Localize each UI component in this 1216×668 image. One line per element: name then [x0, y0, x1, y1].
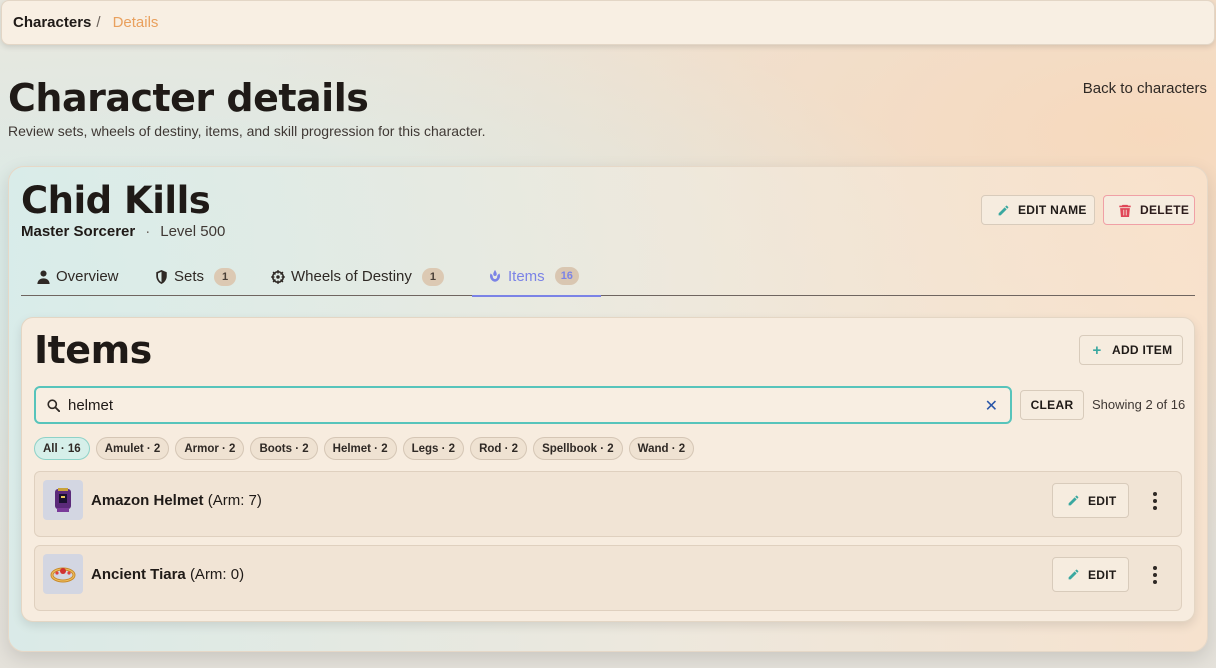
pencil-icon	[996, 203, 1010, 217]
breadcrumb: Characters / Details	[1, 0, 1215, 45]
character-vocation: Master Sorcerer	[21, 223, 136, 240]
edit-item-button[interactable]: EDIT	[1052, 483, 1129, 518]
edit-item-button[interactable]: EDIT	[1052, 557, 1129, 592]
tab-items[interactable]: Items 16	[472, 257, 601, 297]
breadcrumb-separator: /	[96, 14, 101, 31]
page-subtitle: Review sets, wheels of destiny, items, a…	[8, 123, 486, 139]
tab-label: Overview	[56, 268, 119, 285]
tab-bar: Overview Sets 1 Wheels of Destiny 1 Item…	[21, 257, 1195, 297]
item-detail: (Arm: 7)	[207, 492, 262, 509]
search-field: ✕	[34, 386, 1012, 424]
back-to-characters-link[interactable]: Back to characters	[1083, 80, 1207, 97]
filter-chip-legs[interactable]: Legs · 2	[402, 437, 465, 460]
character-level: Level 500	[160, 223, 226, 240]
tab-label: Wheels of Destiny	[291, 268, 412, 285]
pencil-icon	[1066, 494, 1080, 508]
meta-separator: ·	[145, 223, 151, 240]
tab-wheels-of-destiny[interactable]: Wheels of Destiny 1	[271, 257, 444, 296]
tab-count-badge: 1	[421, 267, 444, 286]
search-input[interactable]	[68, 396, 968, 414]
items-title: Items	[34, 328, 152, 372]
items-panel: Items + ADD ITEM ✕ CLEAR Showing 2 of 16…	[21, 317, 1195, 622]
filter-chip-wand[interactable]: Wand · 2	[628, 437, 695, 460]
filter-chip-amulet[interactable]: Amulet · 2	[95, 437, 170, 460]
filter-chip-all[interactable]: All · 16	[34, 437, 90, 460]
trash-icon	[1118, 203, 1132, 217]
edit-name-button[interactable]: EDIT NAME	[981, 195, 1095, 225]
filter-chip-helmet[interactable]: Helmet · 2	[323, 437, 397, 460]
person-icon	[36, 269, 50, 284]
edit-label: EDIT	[1088, 567, 1117, 582]
breadcrumb-current: Details	[112, 14, 159, 31]
item-row: Ancient Tiara (Arm: 0) EDIT	[34, 545, 1182, 611]
edit-name-label: EDIT NAME	[1018, 203, 1087, 217]
filter-chip-armor[interactable]: Armor · 2	[175, 437, 245, 460]
shield-icon	[154, 269, 168, 284]
item-detail: (Arm: 0)	[189, 566, 245, 583]
character-name: Chid Kills	[21, 179, 211, 222]
plus-icon: +	[1092, 341, 1102, 359]
filter-chip-rod[interactable]: Rod · 2	[470, 437, 528, 460]
page-title: Character details	[8, 76, 369, 120]
tab-label: Items	[508, 267, 545, 285]
tab-sets[interactable]: Sets 1	[154, 257, 237, 296]
delete-label: DELETE	[1140, 203, 1190, 217]
delete-button[interactable]: DELETE	[1103, 195, 1195, 225]
more-options-icon[interactable]	[1145, 489, 1165, 513]
breadcrumb-characters-link[interactable]: Characters	[13, 14, 91, 31]
item-name: Ancient Tiara	[91, 566, 186, 583]
edit-label: EDIT	[1088, 493, 1117, 508]
tab-count-badge: 16	[554, 267, 579, 285]
search-icon	[46, 398, 60, 412]
tab-label: Sets	[174, 268, 205, 285]
wheel-icon	[271, 269, 285, 284]
tab-count-badge: 1	[214, 267, 237, 286]
item-name: Amazon Helmet	[91, 492, 204, 509]
add-item-label: ADD ITEM	[1112, 343, 1173, 357]
item-row: Amazon Helmet (Arm: 7) EDIT	[34, 471, 1182, 537]
items-icon	[488, 269, 502, 283]
character-meta: Master Sorcerer · Level 500	[21, 223, 225, 240]
more-options-icon[interactable]	[1145, 563, 1165, 587]
filter-chips: All · 16 Amulet · 2 Armor · 2 Boots · 2 …	[34, 437, 695, 460]
character-card: Chid Kills Master Sorcerer · Level 500 E…	[8, 166, 1208, 652]
pencil-icon	[1066, 568, 1080, 582]
filter-chip-boots[interactable]: Boots · 2	[250, 437, 318, 460]
clear-search-icon[interactable]: ✕	[985, 396, 998, 416]
tab-overview[interactable]: Overview	[36, 257, 119, 296]
tiara-icon	[43, 554, 83, 594]
add-item-button[interactable]: + ADD ITEM	[1079, 335, 1183, 365]
clear-button[interactable]: CLEAR	[1020, 390, 1084, 420]
results-count: Showing 2 of 16	[1092, 397, 1186, 412]
filter-chip-spellbook[interactable]: Spellbook · 2	[533, 437, 623, 460]
helmet-icon	[43, 480, 83, 520]
